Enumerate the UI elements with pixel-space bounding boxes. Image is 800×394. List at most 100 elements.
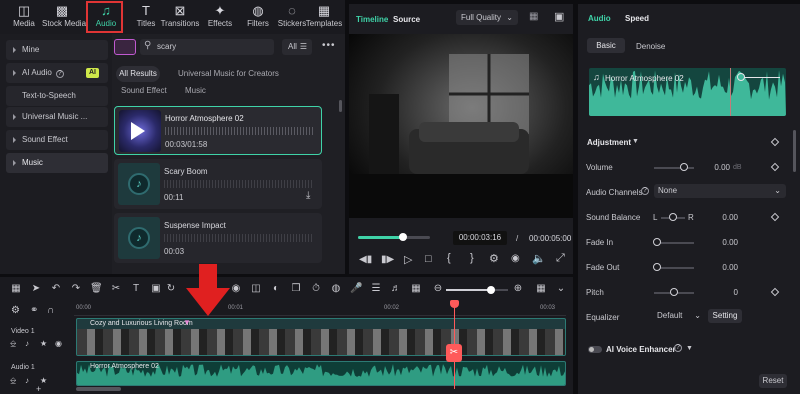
fade-out-knob[interactable]: [653, 263, 661, 271]
volume-value[interactable]: 0.00: [706, 163, 730, 172]
sidebar-item-mine[interactable]: Mine: [6, 40, 108, 60]
track-lock-icon[interactable]: ⎒: [10, 376, 16, 386]
track-mute-icon[interactable]: ★: [40, 339, 47, 348]
toolbar-item-transitions[interactable]: ⊠ Transitions: [160, 2, 200, 32]
tab-audio[interactable]: Audio: [588, 14, 611, 23]
tab-source[interactable]: Source: [393, 15, 420, 24]
filter-dropdown[interactable]: All ☰: [282, 39, 312, 55]
toolbar-item-media[interactable]: ◫ Media: [4, 2, 44, 32]
fade-out-value[interactable]: 0.00: [712, 263, 738, 272]
tab-sound-effect[interactable]: Sound Effect: [121, 83, 167, 99]
waveform-volume-knob[interactable]: [737, 73, 745, 81]
toolbar-item-effects[interactable]: ✦ Effects: [200, 2, 240, 32]
library-type-button[interactable]: [114, 39, 136, 55]
tab-music[interactable]: Music: [185, 83, 206, 99]
step-forward-icon[interactable]: ▮▶: [381, 254, 394, 265]
volume-slider[interactable]: [654, 167, 694, 169]
result-card-scary-boom[interactable]: ♪ Scary Boom 00:11 ⤓: [114, 159, 322, 209]
audio-channels-dropdown[interactable]: None ⌄: [654, 184, 786, 198]
text-icon[interactable]: T: [130, 283, 142, 295]
video-clip[interactable]: Cozy and Luxurious Living Room: [76, 318, 566, 356]
cursor-select-icon[interactable]: ➤: [30, 283, 42, 295]
mark-out-icon[interactable]: }: [470, 252, 474, 264]
beat-icon[interactable]: ♬: [390, 283, 402, 295]
track-visibility-icon[interactable]: ◉: [55, 339, 62, 348]
equalizer-dropdown[interactable]: Default ⌄: [654, 309, 704, 323]
tab-all-results[interactable]: All Results: [116, 66, 160, 82]
settings-gear-icon[interactable]: ⚙: [489, 252, 499, 265]
fade-in-value[interactable]: 0.00: [712, 238, 738, 247]
zoom-in-icon[interactable]: ⊕: [512, 283, 524, 295]
subtab-denoise[interactable]: Denoise: [636, 42, 665, 51]
split-cut-icon[interactable]: ✂: [446, 344, 462, 362]
layout-grid-icon[interactable]: ▦: [10, 283, 22, 295]
duplicate-icon[interactable]: ❒: [290, 283, 302, 295]
audio-clip[interactable]: Horror Atmosphere 02: [76, 361, 566, 386]
snapshot-icon[interactable]: ▦: [410, 283, 422, 295]
sidebar-item-text-to-speech[interactable]: Text-to-Speech: [6, 86, 108, 106]
redo-icon[interactable]: ↷: [70, 283, 82, 295]
more-options-icon[interactable]: •••: [322, 40, 336, 51]
chevron-down-icon[interactable]: ▼: [686, 345, 693, 352]
search-input[interactable]: scary: [157, 42, 176, 51]
pitch-knob[interactable]: [670, 288, 678, 296]
properties-scrollbar[interactable]: [793, 130, 796, 172]
sidebar-item-music[interactable]: Music: [6, 153, 108, 173]
delete-icon[interactable]: 🗑: [90, 283, 103, 295]
link-icon[interactable]: ⚭: [30, 305, 38, 316]
snapshot-image-icon[interactable]: ▣: [554, 10, 564, 23]
magnet-icon[interactable]: ∩: [47, 305, 54, 316]
crop-icon[interactable]: ▣: [150, 283, 162, 295]
track-audio-icon[interactable]: ♪: [25, 376, 29, 385]
tab-speed[interactable]: Speed: [625, 14, 649, 23]
sidebar-item-sound-effect[interactable]: Sound Effect: [6, 130, 108, 150]
cut-icon[interactable]: ✂: [110, 283, 122, 295]
camera-snapshot-icon[interactable]: ◉: [511, 253, 520, 264]
ai-feature-icon[interactable]: ◉: [230, 283, 242, 295]
add-track-icon[interactable]: +: [36, 384, 41, 394]
timeline-scrollbar[interactable]: [76, 387, 121, 391]
undo-icon[interactable]: ↶: [50, 283, 62, 295]
chevron-down-icon[interactable]: ▼: [632, 138, 639, 145]
speed-ramp-icon[interactable]: ⏱: [310, 283, 322, 295]
balance-value[interactable]: 0.00: [714, 213, 738, 222]
playhead-handle[interactable]: [450, 300, 459, 308]
quality-dropdown[interactable]: Full Quality ⌄: [456, 10, 518, 25]
split-screen-icon[interactable]: ◫: [250, 283, 262, 295]
volume-icon[interactable]: 🔈: [532, 252, 546, 265]
play-icon[interactable]: [131, 122, 145, 140]
grid-view-icon[interactable]: ▦: [529, 11, 538, 22]
previous-frame-icon[interactable]: ◀▮: [359, 254, 372, 265]
playback-progress-knob[interactable]: [398, 233, 407, 241]
library-scrollbar[interactable]: [339, 100, 342, 112]
speed-icon[interactable]: ↻: [165, 283, 177, 295]
clip-marker-icon[interactable]: ▼: [183, 318, 191, 327]
sidebar-item-ai-audio[interactable]: AI Audio? AI: [6, 63, 108, 83]
sidebar-item-universal-music[interactable]: Universal Music ...: [6, 107, 108, 127]
audio-mixer-icon[interactable]: ☰: [370, 283, 382, 295]
microphone-icon[interactable]: 🎤: [350, 283, 362, 295]
mark-in-icon[interactable]: {: [447, 252, 451, 264]
equalizer-setting-button[interactable]: Setting: [708, 309, 742, 323]
result-card-suspense-impact[interactable]: ♪ Suspense Impact 00:03: [114, 213, 322, 263]
track-lock-icon[interactable]: ⎒: [10, 339, 16, 349]
zoom-out-icon[interactable]: ⊖: [432, 283, 444, 295]
stop-icon[interactable]: □: [425, 253, 432, 265]
fade-in-slider[interactable]: [656, 242, 694, 244]
tab-universal-music[interactable]: Universal Music for Creators: [178, 66, 279, 82]
volume-knob[interactable]: [680, 163, 688, 171]
toolbar-item-stock-media[interactable]: ▩ Stock Media: [42, 2, 86, 32]
tab-timeline[interactable]: Timeline: [356, 15, 388, 24]
play-icon[interactable]: ▷: [404, 253, 412, 266]
grid-options-icon[interactable]: ▦: [535, 283, 547, 295]
fullscreen-icon[interactable]: ⤢: [556, 252, 565, 265]
download-icon[interactable]: ⤓: [306, 190, 310, 201]
fade-in-knob[interactable]: [653, 238, 661, 246]
toolbar-item-templates[interactable]: ▦ Templates: [304, 2, 344, 32]
color-match-icon[interactable]: ◍: [330, 283, 342, 295]
balance-knob[interactable]: [669, 213, 677, 221]
pitch-value[interactable]: 0: [722, 288, 738, 297]
mask-icon[interactable]: ◐: [270, 283, 282, 295]
fade-out-slider[interactable]: [656, 267, 694, 269]
timeline-zoom-knob[interactable]: [487, 286, 495, 294]
